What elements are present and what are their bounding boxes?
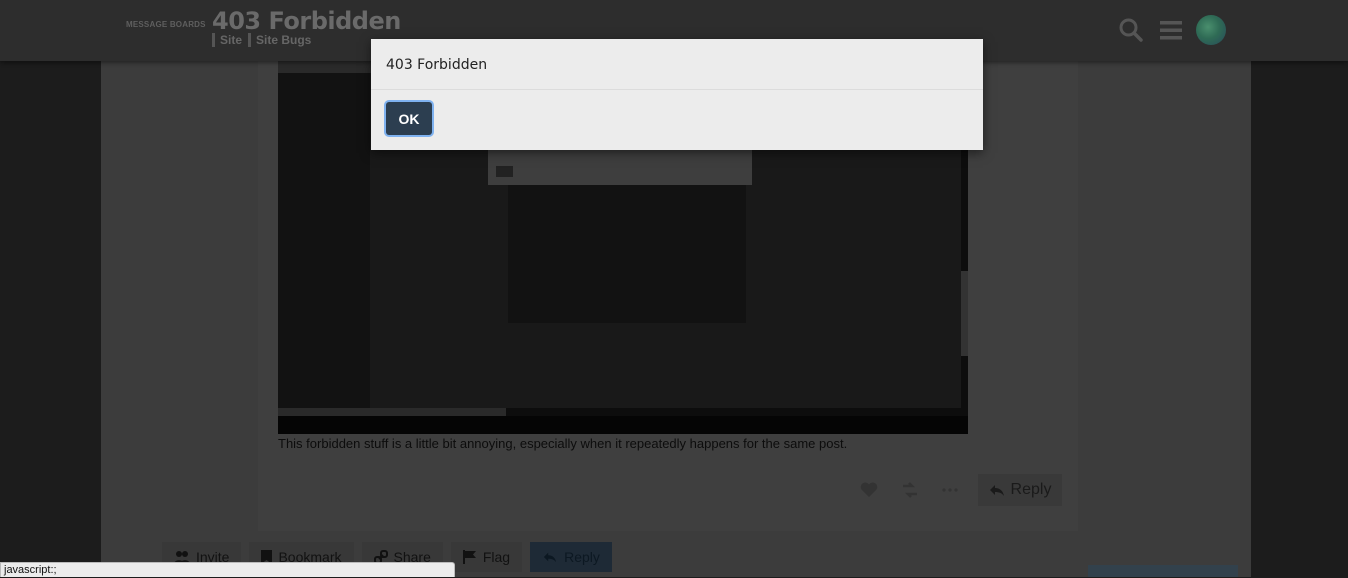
ellipsis-icon[interactable] xyxy=(940,480,960,500)
topic-reply-label: Reply xyxy=(564,549,600,565)
flag-label: Flag xyxy=(482,549,511,565)
link-icon[interactable] xyxy=(900,480,920,500)
alert-dialog: 403 Forbidden OK xyxy=(371,39,983,150)
flag-icon xyxy=(462,550,476,564)
search-icon[interactable] xyxy=(1118,17,1144,43)
user-avatar[interactable] xyxy=(1196,15,1226,45)
image-taskbar xyxy=(278,416,968,434)
topic-reply-button[interactable]: Reply xyxy=(530,542,612,572)
breadcrumb: Site Site Bugs xyxy=(212,33,311,47)
topic-title[interactable]: 403 Forbidden xyxy=(212,7,401,35)
breadcrumb-subcategory[interactable]: Site Bugs xyxy=(248,33,311,47)
post-reply-label: Reply xyxy=(1010,481,1052,498)
post-reply-button[interactable]: Reply xyxy=(978,474,1062,506)
post-body-text: This forbidden stuff is a little bit ann… xyxy=(278,436,848,451)
flag-button[interactable]: Flag xyxy=(450,542,523,572)
reply-icon xyxy=(989,485,1004,496)
hamburger-menu-icon[interactable] xyxy=(1158,17,1184,43)
alert-divider xyxy=(371,89,983,90)
site-brand[interactable]: MESSAGE BOARDS xyxy=(126,20,206,29)
reply-icon xyxy=(543,552,557,563)
timeline-strip xyxy=(1088,565,1238,577)
alert-message: 403 Forbidden xyxy=(386,57,488,73)
breadcrumb-category[interactable]: Site xyxy=(212,33,242,47)
browser-status-bar: javascript:; xyxy=(0,562,455,577)
heart-icon[interactable] xyxy=(859,480,879,500)
ok-button[interactable]: OK xyxy=(386,102,432,135)
